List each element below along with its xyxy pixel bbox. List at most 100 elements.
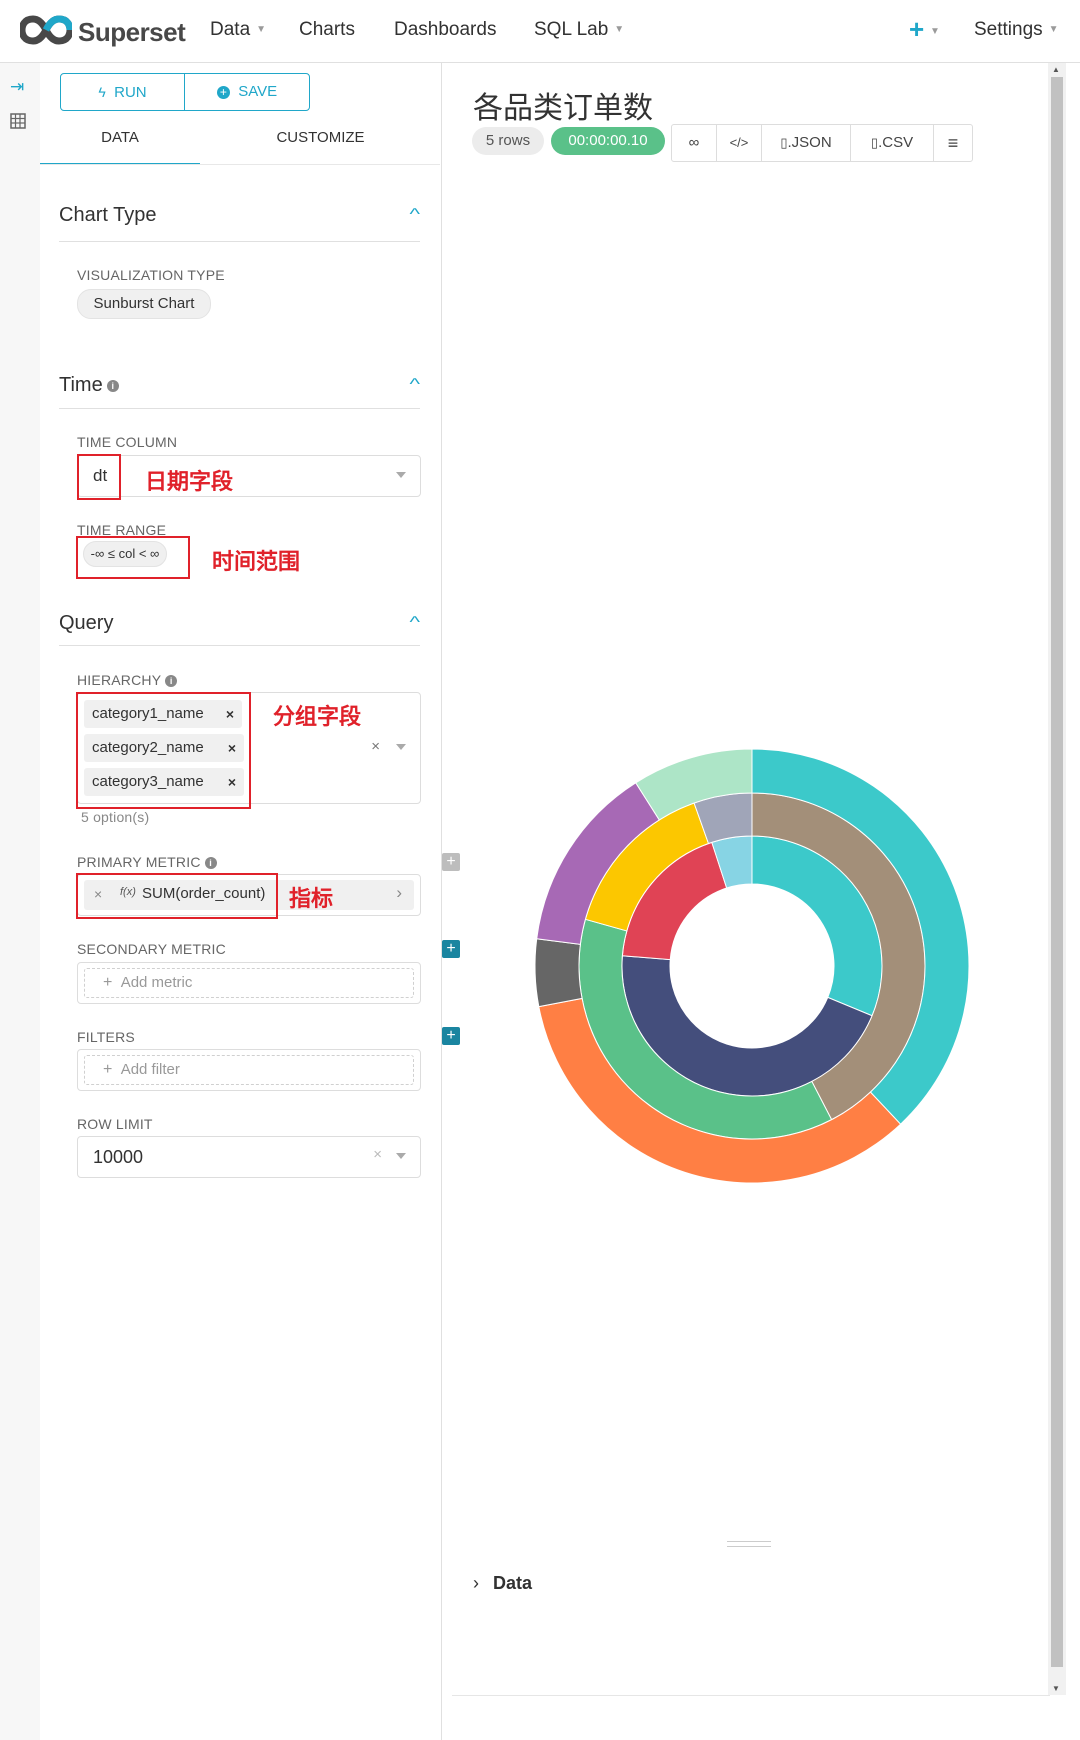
run-save-buttons: ϟ RUN + SAVE (60, 73, 310, 111)
table-icon[interactable] (10, 113, 26, 134)
data-section-toggle[interactable]: › Data (473, 1573, 532, 1594)
menu-icon[interactable]: ≡ (934, 125, 972, 161)
annotation-metric: 指标 (289, 886, 334, 911)
add-filter-area[interactable]: + Add filter (84, 1055, 414, 1085)
plus-circle-icon: + (216, 85, 230, 99)
chart-container: 各品类订单数 5 rows 00:00:00.10 ∞ </> ▯.JSON ▯… (442, 63, 1080, 1740)
bottom-divider (452, 1695, 1050, 1696)
export-csv-label: .CSV (878, 134, 914, 151)
annotation-box-primary-metric (76, 873, 278, 919)
caret-down-icon: ▼ (614, 24, 625, 36)
nav-sqllab-menu[interactable]: SQL Lab ▼ (534, 19, 624, 41)
sunburst-chart[interactable] (442, 623, 1080, 1623)
time-column-select[interactable]: dt (77, 455, 421, 497)
chevron-right-icon: › (473, 1573, 479, 1593)
time-column-label: TIME COLUMN (77, 434, 178, 450)
row-limit-select[interactable]: 10000 × (77, 1136, 421, 1178)
section-divider (59, 241, 420, 242)
section-query-title[interactable]: Query (59, 612, 113, 635)
nav-charts-link[interactable]: Charts (299, 19, 355, 41)
chart-toolbar: ∞ </> ▯.JSON ▯.CSV ≡ (671, 124, 973, 162)
scroll-thumb[interactable] (1051, 77, 1063, 1667)
filters-select: + Add filter (77, 1049, 421, 1091)
link-icon[interactable]: ∞ (672, 125, 717, 161)
annotation-group-field: 分组字段 (273, 704, 362, 729)
nav-data-menu[interactable]: Data ▼ (210, 19, 266, 41)
brand-name: Superset (78, 17, 186, 47)
hierarchy-label-text: HIERARCHY (77, 672, 162, 688)
chart-title[interactable]: 各品类订单数 (473, 83, 653, 127)
viz-type-label: VISUALIZATION TYPE (77, 267, 225, 283)
annotation-date-field: 日期字段 (145, 469, 234, 494)
section-divider (59, 408, 420, 409)
resize-handle[interactable] (727, 1541, 771, 1547)
data-toggle-label: Data (493, 1573, 533, 1593)
nav-dashboards-link[interactable]: Dashboards (394, 19, 496, 41)
run-button[interactable]: ϟ RUN (61, 74, 185, 110)
run-label: RUN (114, 84, 147, 101)
row-limit-label: ROW LIMIT (77, 1116, 153, 1132)
scroll-down-icon[interactable]: ▼ (1052, 1684, 1060, 1693)
time-title-text: Time (59, 374, 103, 396)
save-button[interactable]: + SAVE (185, 74, 309, 110)
hierarchy-label: HIERARCHY i (77, 672, 178, 688)
add-filter-label: Add filter (120, 1061, 180, 1078)
export-csv-button[interactable]: ▯.CSV (851, 125, 934, 161)
info-icon: i (204, 857, 217, 870)
caret-down-icon[interactable] (396, 744, 406, 750)
section-chart-type-title[interactable]: Chart Type (59, 204, 156, 227)
annotation-box-time-range (76, 536, 190, 579)
chevron-up-icon[interactable]: ^ (410, 614, 421, 632)
left-rail: ⇥ (0, 63, 40, 1740)
chevron-right-icon[interactable]: › (396, 883, 402, 903)
chevron-up-icon[interactable]: ^ (410, 206, 421, 224)
row-limit-value: 10000 (93, 1147, 144, 1167)
vertical-scrollbar[interactable]: ▲ ▼ (1048, 63, 1066, 1695)
infinity-logo-icon (20, 15, 72, 45)
info-icon: i (106, 379, 119, 392)
expand-icon[interactable]: ⇥ (10, 77, 24, 97)
export-json-label: .JSON (787, 134, 832, 151)
filters-label: FILTERS (77, 1029, 135, 1045)
primary-metric-label: PRIMARY METRIC i (77, 854, 217, 870)
tab-data[interactable]: DATA (40, 129, 200, 165)
options-count: 5 option(s) (81, 809, 150, 825)
caret-down-icon[interactable] (396, 1153, 406, 1159)
clear-icon[interactable]: × (373, 1146, 382, 1163)
file-icon: ▯ (870, 135, 879, 150)
chevron-up-icon[interactable]: ^ (410, 376, 421, 394)
scroll-up-icon[interactable]: ▲ (1052, 65, 1060, 74)
export-json-button[interactable]: ▯.JSON (762, 125, 851, 161)
caret-down-icon: ▼ (256, 24, 267, 36)
row-count-badge: 5 rows (472, 127, 544, 155)
info-icon: i (165, 675, 178, 688)
control-panel: ϟ RUN + SAVE DATA CUSTOMIZE Chart Type ^… (40, 63, 460, 1740)
query-time-badge: 00:00:00.10 (551, 127, 665, 155)
secondary-metric-label: SECONDARY METRIC (77, 941, 226, 957)
tab-customize[interactable]: CUSTOMIZE (200, 129, 441, 163)
sunburst-segment-ring3-3[interactable] (534, 938, 583, 1008)
caret-down-icon: ▼ (930, 26, 940, 37)
annotation-box-time-column (77, 454, 121, 500)
save-label: SAVE (238, 83, 278, 100)
annotation-box-hierarchy (76, 692, 251, 809)
nav-data-label: Data (210, 19, 251, 40)
top-navbar: Superset Data ▼ Charts Dashboards SQL Lab… (0, 0, 1080, 63)
plus-icon: + (103, 1061, 113, 1078)
lightning-icon: ϟ (98, 84, 106, 100)
embed-code-icon[interactable]: </> (717, 125, 762, 161)
superset-logo[interactable]: Superset (20, 15, 186, 47)
primary-metric-label-text: PRIMARY METRIC (77, 854, 201, 870)
tab-divider (40, 164, 440, 165)
section-divider (59, 645, 420, 646)
annotation-time-range: 时间范围 (212, 549, 301, 574)
settings-menu[interactable]: Settings ▼ (974, 19, 1059, 41)
add-metric-label: Add metric (120, 974, 193, 991)
plus-icon[interactable]: + (909, 14, 924, 45)
clear-icon[interactable]: × (371, 738, 380, 755)
caret-down-icon: ▼ (1048, 24, 1059, 36)
viz-type-selector[interactable]: Sunburst Chart (77, 289, 211, 319)
add-metric-button[interactable]: + Add metric (84, 968, 414, 998)
plus-icon: + (103, 974, 113, 991)
section-time-title[interactable]: Time i (59, 374, 119, 397)
